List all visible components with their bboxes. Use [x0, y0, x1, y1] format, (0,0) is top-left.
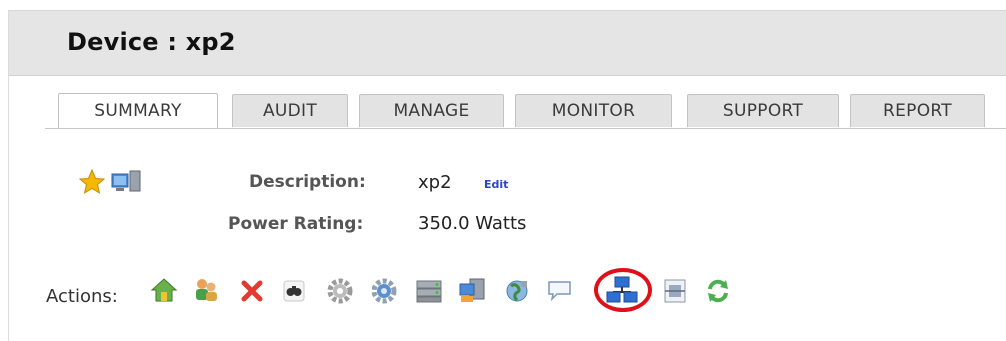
home-icon[interactable]	[150, 277, 178, 303]
computer-connect-icon[interactable]	[458, 276, 488, 306]
description-value: xp2	[418, 172, 452, 193]
gear-globe-icon[interactable]	[370, 277, 398, 305]
refresh-icon[interactable]	[704, 277, 732, 305]
scan-icon[interactable]	[662, 277, 688, 305]
delete-x-icon[interactable]	[240, 279, 264, 303]
description-label: Description:	[249, 172, 366, 192]
tab-report[interactable]: REPORT	[850, 94, 985, 127]
highlight-circle	[594, 268, 652, 312]
power-rating-label: Power Rating:	[228, 214, 364, 234]
user-group-icon[interactable]	[192, 276, 220, 304]
chat-bubble-icon[interactable]	[546, 277, 574, 305]
tab-support[interactable]: SUPPORT	[687, 94, 839, 127]
computer-icon	[110, 168, 144, 196]
tab-bar: SUMMARY AUDIT MANAGE MONITOR SUPPORT REP…	[45, 93, 1006, 130]
power-rating-value: 350.0 Watts	[418, 213, 527, 234]
binoculars-icon[interactable]	[282, 279, 306, 303]
star-icon	[78, 168, 106, 196]
actions-label: Actions:	[46, 286, 118, 307]
server-icon[interactable]	[414, 277, 444, 305]
globe-icon[interactable]	[503, 277, 531, 305]
tab-summary[interactable]: SUMMARY	[58, 93, 218, 128]
edit-link[interactable]: Edit	[484, 178, 508, 191]
gear-icon[interactable]	[326, 277, 354, 305]
tab-manage[interactable]: MANAGE	[359, 94, 504, 127]
tab-audit[interactable]: AUDIT	[232, 94, 348, 127]
page-header: Device : xp2	[9, 10, 1006, 76]
tab-monitor[interactable]: MONITOR	[515, 94, 672, 127]
page-title: Device : xp2	[67, 28, 236, 56]
